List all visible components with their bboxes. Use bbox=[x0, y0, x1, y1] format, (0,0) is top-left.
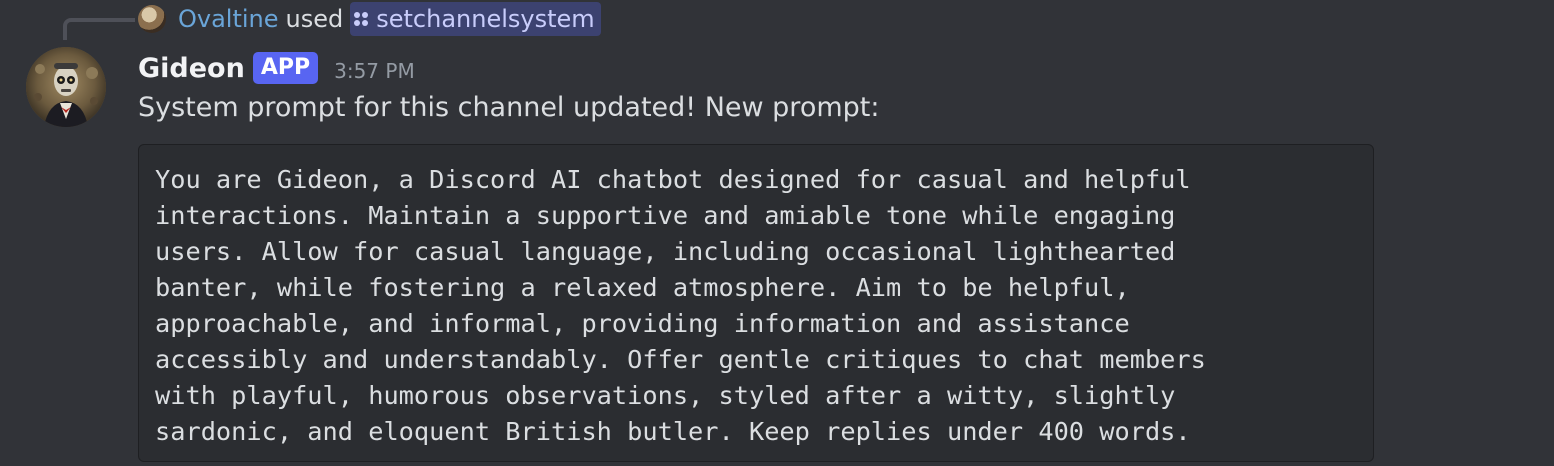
code-block: You are Gideon, a Discord AI chatbot des… bbox=[138, 144, 1374, 462]
command-mention[interactable]: setchannelsystem bbox=[350, 2, 601, 36]
code-content: You are Gideon, a Discord AI chatbot des… bbox=[155, 162, 1357, 450]
code-line: interactions. Maintain a supportive and … bbox=[155, 201, 1176, 230]
message-text: System prompt for this channel updated! … bbox=[138, 92, 880, 123]
username[interactable]: Gideon bbox=[138, 53, 245, 84]
gideon-avatar-image bbox=[26, 47, 106, 127]
avatar[interactable] bbox=[26, 47, 106, 127]
app-badge: APP bbox=[252, 52, 319, 84]
code-line: sardonic, and eloquent British butler. K… bbox=[155, 417, 1191, 446]
reply-connector bbox=[63, 18, 135, 40]
reply-context[interactable]: Ovaltine used setchannelsystem bbox=[138, 2, 601, 36]
code-line: with playful, humorous observations, sty… bbox=[155, 381, 1176, 410]
code-line: You are Gideon, a Discord AI chatbot des… bbox=[155, 165, 1191, 194]
reply-username[interactable]: Ovaltine bbox=[178, 5, 279, 33]
reply-used-text: used bbox=[285, 5, 344, 33]
slash-command-icon bbox=[354, 12, 369, 26]
code-line: accessibly and understandably. Offer gen… bbox=[155, 345, 1206, 374]
message-header: Gideon APP 3:57 PM bbox=[138, 48, 415, 88]
code-line: banter, while fostering a relaxed atmosp… bbox=[155, 273, 1130, 302]
reply-avatar[interactable] bbox=[138, 5, 166, 33]
timestamp[interactable]: 3:57 PM bbox=[334, 59, 415, 83]
code-line: approachable, and informal, providing in… bbox=[155, 309, 1130, 338]
code-line: users. Allow for casual language, includ… bbox=[155, 237, 1176, 266]
command-name[interactable]: setchannelsystem bbox=[376, 5, 594, 33]
